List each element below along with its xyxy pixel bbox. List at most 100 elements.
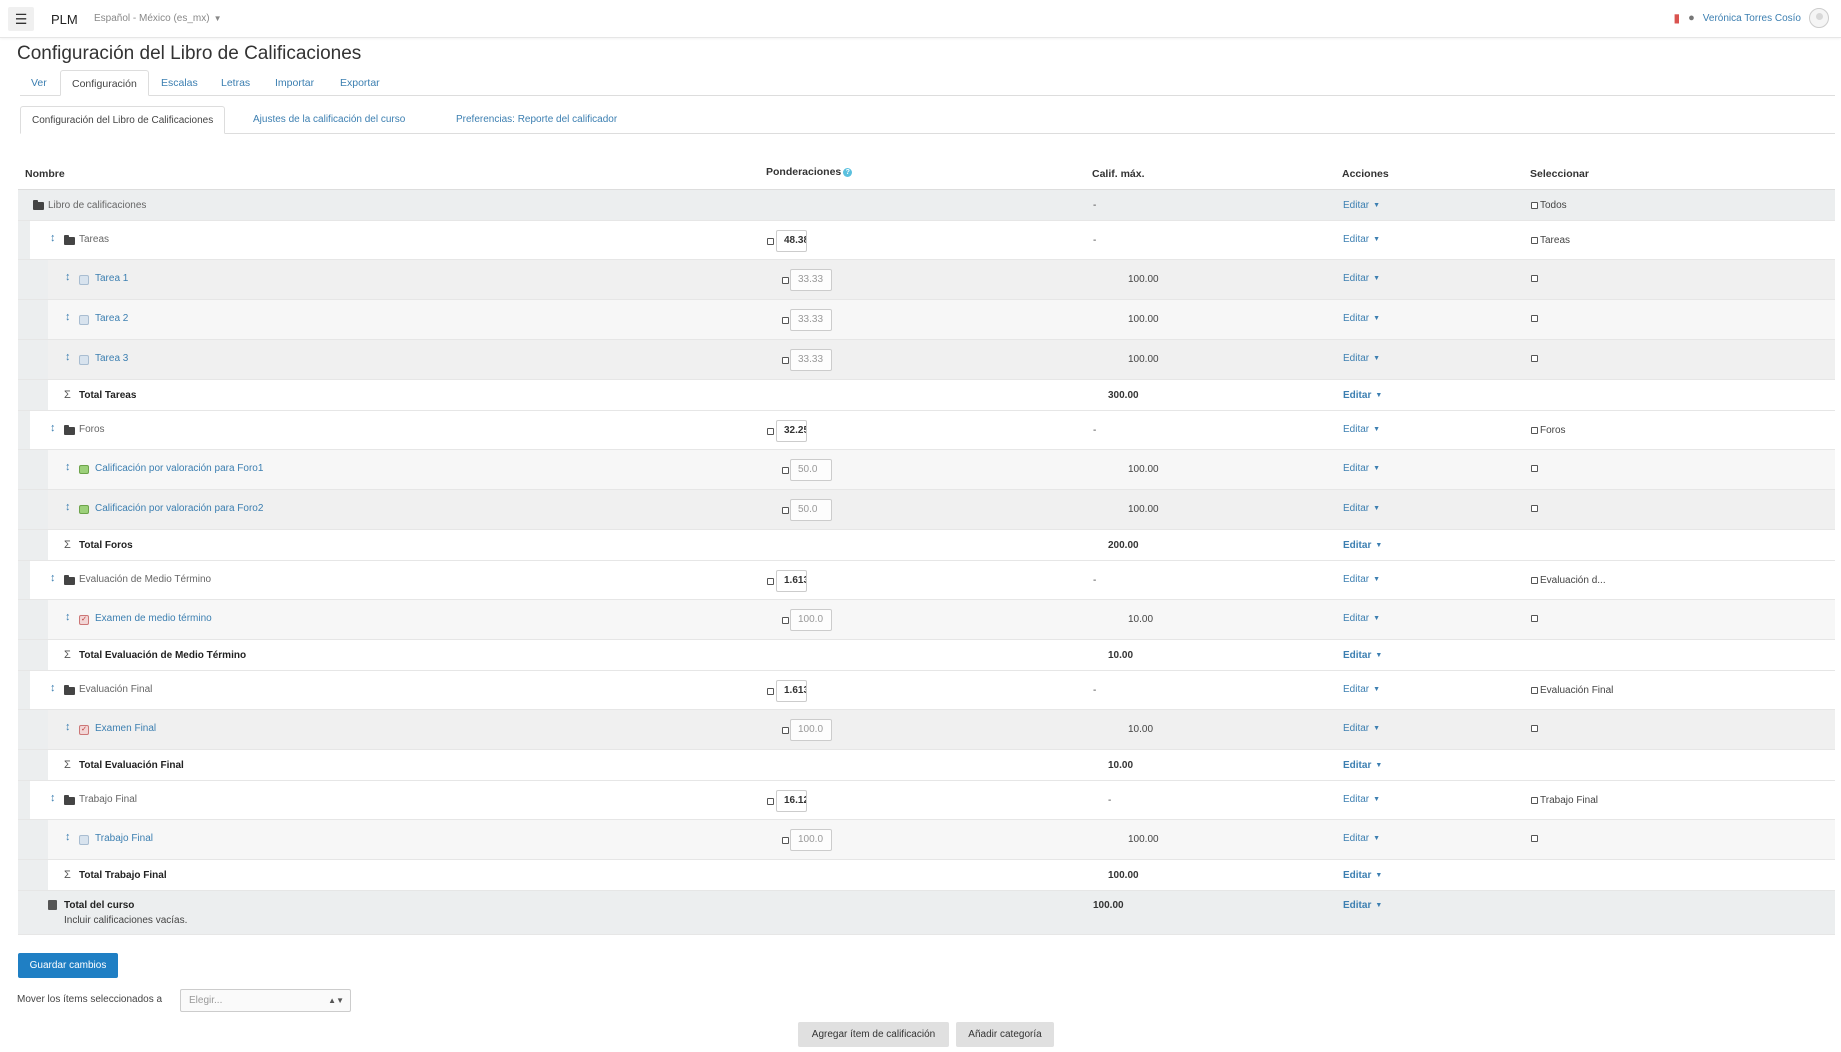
select-category[interactable]: Trabajo Final <box>1531 795 1598 806</box>
category-name[interactable]: Evaluación de Medio Término <box>79 574 211 585</box>
category-name[interactable]: Foros <box>79 424 105 435</box>
edit-menu[interactable]: Editar ▼ <box>1343 794 1380 805</box>
save-changes-button[interactable]: Guardar cambios <box>18 953 118 978</box>
weight-input[interactable]: 33.33 <box>790 349 832 371</box>
weight-override-checkbox[interactable] <box>782 317 789 324</box>
weight-override-checkbox[interactable] <box>767 428 774 435</box>
move-icon[interactable]: ↕ <box>65 271 71 283</box>
move-icon[interactable]: ↕ <box>65 831 71 843</box>
select-category[interactable]: Evaluación Final <box>1531 685 1613 696</box>
weight-input[interactable]: 50.0 <box>790 459 832 481</box>
select-checkbox[interactable] <box>1531 315 1538 322</box>
tab-configuracion[interactable]: Configuración <box>60 70 149 96</box>
weight-input[interactable]: 100.0 <box>790 719 832 741</box>
weight-override-checkbox[interactable] <box>782 507 789 514</box>
weight-override-checkbox[interactable] <box>767 798 774 805</box>
weight-input[interactable]: 50.0 <box>790 499 832 521</box>
grade-item-link[interactable]: Tarea 3 <box>95 353 128 364</box>
move-destination-select[interactable]: Elegir... ▲▼ <box>180 989 351 1012</box>
select-category[interactable]: Foros <box>1531 425 1566 436</box>
weight-input[interactable]: 33.33 <box>790 269 832 291</box>
edit-menu[interactable]: Editar ▼ <box>1343 870 1382 881</box>
edit-menu[interactable]: Editar ▼ <box>1343 234 1380 245</box>
move-icon[interactable]: ↕ <box>65 311 71 323</box>
edit-menu[interactable]: Editar ▼ <box>1343 313 1380 324</box>
grade-item-link[interactable]: Examen de medio término <box>95 613 212 624</box>
user-menu[interactable]: Verónica Torres Cosío <box>1703 13 1801 24</box>
weight-override-checkbox[interactable] <box>782 467 789 474</box>
weight-override-checkbox[interactable] <box>782 277 789 284</box>
move-icon[interactable]: ↕ <box>50 422 56 434</box>
select-checkbox[interactable] <box>1531 355 1538 362</box>
move-icon[interactable]: ↕ <box>50 572 56 584</box>
hamburger-icon[interactable]: ☰ <box>8 7 34 31</box>
weight-override-checkbox[interactable] <box>767 238 774 245</box>
select-checkbox[interactable] <box>1531 202 1538 209</box>
tab-exportar[interactable]: Exportar <box>329 70 391 96</box>
select-checkbox[interactable] <box>1531 615 1538 622</box>
subtab-gradebook-setup[interactable]: Configuración del Libro de Calificacione… <box>20 106 226 134</box>
category-name[interactable]: Trabajo Final <box>79 794 137 805</box>
notification-icon[interactable]: ▮ <box>1674 11 1681 25</box>
select-checkbox[interactable] <box>1531 505 1538 512</box>
edit-menu[interactable]: Editar ▼ <box>1343 613 1380 624</box>
select-checkbox[interactable] <box>1531 687 1538 694</box>
weight-override-checkbox[interactable] <box>782 727 789 734</box>
weight-input[interactable]: 1.613 <box>776 570 807 592</box>
tab-escalas[interactable]: Escalas <box>150 70 209 96</box>
weight-override-checkbox[interactable] <box>767 578 774 585</box>
message-icon[interactable]: ● <box>1688 12 1695 24</box>
edit-menu[interactable]: Editar ▼ <box>1343 723 1380 734</box>
edit-menu[interactable]: Editar ▼ <box>1343 503 1380 514</box>
grade-item-link[interactable]: Tarea 1 <box>95 273 128 284</box>
tab-ver[interactable]: Ver <box>20 70 58 96</box>
weight-input[interactable]: 33.33 <box>790 309 832 331</box>
grade-item-link[interactable]: Trabajo Final <box>95 833 153 844</box>
site-brand[interactable]: PLM <box>51 12 78 27</box>
weight-input[interactable]: 100.0 <box>790 609 832 631</box>
edit-menu[interactable]: Editar ▼ <box>1343 390 1382 401</box>
select-checkbox[interactable] <box>1531 465 1538 472</box>
weight-input[interactable]: 100.0 <box>790 829 832 851</box>
add-category-button[interactable]: Añadir categoría <box>956 1022 1054 1047</box>
select-checkbox[interactable] <box>1531 237 1538 244</box>
edit-menu[interactable]: Editar ▼ <box>1343 574 1380 585</box>
move-icon[interactable]: ↕ <box>50 792 56 804</box>
edit-menu[interactable]: Editar ▼ <box>1343 353 1380 364</box>
weight-input[interactable]: 1.613 <box>776 680 807 702</box>
select-checkbox[interactable] <box>1531 797 1538 804</box>
tab-importar[interactable]: Importar <box>264 70 325 96</box>
edit-menu[interactable]: Editar ▼ <box>1343 900 1382 911</box>
avatar[interactable] <box>1809 8 1829 28</box>
move-icon[interactable]: ↕ <box>65 351 71 363</box>
edit-menu[interactable]: Editar ▼ <box>1343 463 1380 474</box>
edit-menu[interactable]: Editar ▼ <box>1343 833 1380 844</box>
category-name[interactable]: Tareas <box>79 234 109 245</box>
add-grade-item-button[interactable]: Agregar ítem de calificación <box>798 1022 949 1047</box>
select-checkbox[interactable] <box>1531 427 1538 434</box>
edit-menu[interactable]: Editar ▼ <box>1343 540 1382 551</box>
select-checkbox[interactable] <box>1531 275 1538 282</box>
select-checkbox[interactable] <box>1531 835 1538 842</box>
grade-item-link[interactable]: Examen Final <box>95 723 156 734</box>
edit-menu[interactable]: Editar ▼ <box>1343 424 1380 435</box>
select-category[interactable]: Tareas <box>1531 235 1570 246</box>
select-checkbox[interactable] <box>1531 577 1538 584</box>
subtab-course-grade-settings[interactable]: Ajustes de la calificación del curso <box>242 106 416 134</box>
edit-menu[interactable]: Editar ▼ <box>1343 273 1380 284</box>
select-checkbox[interactable] <box>1531 725 1538 732</box>
weight-input[interactable]: 32.25 <box>776 420 807 442</box>
language-menu[interactable]: Español - México (es_mx) ▼ <box>94 13 222 24</box>
edit-menu[interactable]: Editar ▼ <box>1343 650 1382 661</box>
select-category[interactable]: Todos <box>1531 200 1567 211</box>
weight-override-checkbox[interactable] <box>782 837 789 844</box>
tab-letras[interactable]: Letras <box>210 70 261 96</box>
category-name[interactable]: Evaluación Final <box>79 684 152 695</box>
edit-menu[interactable]: Editar ▼ <box>1343 760 1382 771</box>
grade-item-link[interactable]: Tarea 2 <box>95 313 128 324</box>
grade-item-link[interactable]: Calificación por valoración para Foro1 <box>95 463 263 474</box>
edit-menu[interactable]: Editar ▼ <box>1343 684 1380 695</box>
subtab-grader-preferences[interactable]: Preferencias: Reporte del calificador <box>445 106 628 134</box>
move-icon[interactable]: ↕ <box>65 461 71 473</box>
weight-input[interactable]: 48.38 <box>776 230 807 252</box>
